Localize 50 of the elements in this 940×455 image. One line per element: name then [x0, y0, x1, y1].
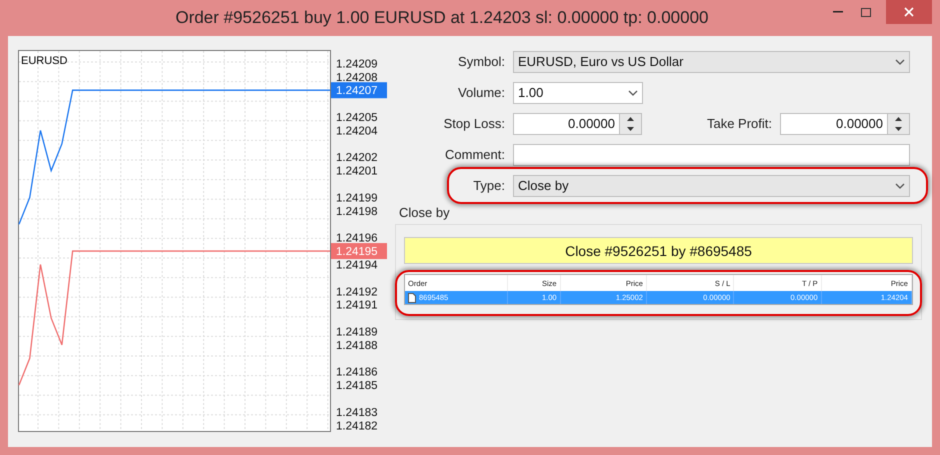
dropdown-caret-icon — [628, 90, 638, 96]
field-label: Stop Loss: — [442, 116, 506, 131]
minimize-icon — [833, 11, 843, 13]
axis-label: 1.24198 — [336, 206, 378, 218]
maximize-icon — [861, 8, 871, 16]
axis-label: 1.24209 — [336, 58, 378, 70]
field-label: Symbol: — [457, 54, 506, 69]
close-icon — [904, 7, 914, 17]
up-arrow-icon — [895, 116, 902, 120]
axis-label: 1.24202 — [336, 152, 378, 164]
field-label: Volume: — [457, 85, 506, 100]
price-marker: 1.24207 — [331, 82, 387, 98]
field-label: Comment: — [444, 147, 506, 162]
axis-label: 1.24186 — [336, 366, 378, 379]
take-profit-field[interactable]: 0.00000 — [780, 112, 888, 134]
axis-label: 1.24204 — [336, 125, 378, 138]
dropdown-caret-icon — [895, 182, 905, 188]
axis-label: 1.24191 — [336, 300, 378, 312]
group-title: Close by — [399, 205, 451, 220]
axis-label: 1.24185 — [336, 380, 378, 392]
field-label: Take Profit: — [706, 116, 773, 131]
axis-label: 1.24189 — [336, 326, 378, 338]
axis-label: 1.24208 — [336, 72, 378, 84]
volume-dropdown[interactable]: 1.00 — [513, 82, 643, 104]
document-icon — [408, 292, 416, 302]
down-arrow-icon — [895, 126, 902, 130]
chart-title: EURUSD — [21, 55, 68, 67]
axis-label: 1.24182 — [336, 420, 378, 432]
spinner[interactable] — [620, 112, 642, 134]
close-button[interactable] — [886, 0, 932, 24]
dropdown-caret-icon — [895, 58, 905, 64]
field-label: Type: — [472, 178, 506, 193]
symbol-dropdown[interactable]: EURUSD, Euro vs US Dollar — [513, 50, 910, 72]
spinner[interactable] — [888, 112, 910, 134]
up-arrow-icon — [627, 116, 634, 120]
axis-label: 1.24194 — [336, 259, 378, 272]
window-title: Order #9526251 buy 1.00 EURUSD at 1.24203 sl: 0.00000 tp: 0.00000 — [174, 8, 710, 28]
axis-label: 1.24183 — [336, 406, 378, 419]
axis-label: 1.24196 — [336, 232, 378, 245]
axis-label: 1.24188 — [336, 340, 378, 352]
axis-label: 1.24201 — [336, 166, 378, 178]
stop-loss-field[interactable]: 0.00000 — [513, 112, 620, 134]
price-marker: 1.24195 — [331, 243, 387, 260]
type-dropdown[interactable]: Close by — [513, 174, 910, 196]
axis-label: 1.24192 — [336, 286, 378, 298]
down-arrow-icon — [627, 126, 634, 130]
axis-label: 1.24199 — [336, 192, 378, 204]
close-by-button[interactable]: Close #9526251 by #8695485 — [404, 237, 913, 264]
comment-field[interactable] — [513, 144, 910, 166]
axis-label: 1.24205 — [336, 112, 378, 124]
